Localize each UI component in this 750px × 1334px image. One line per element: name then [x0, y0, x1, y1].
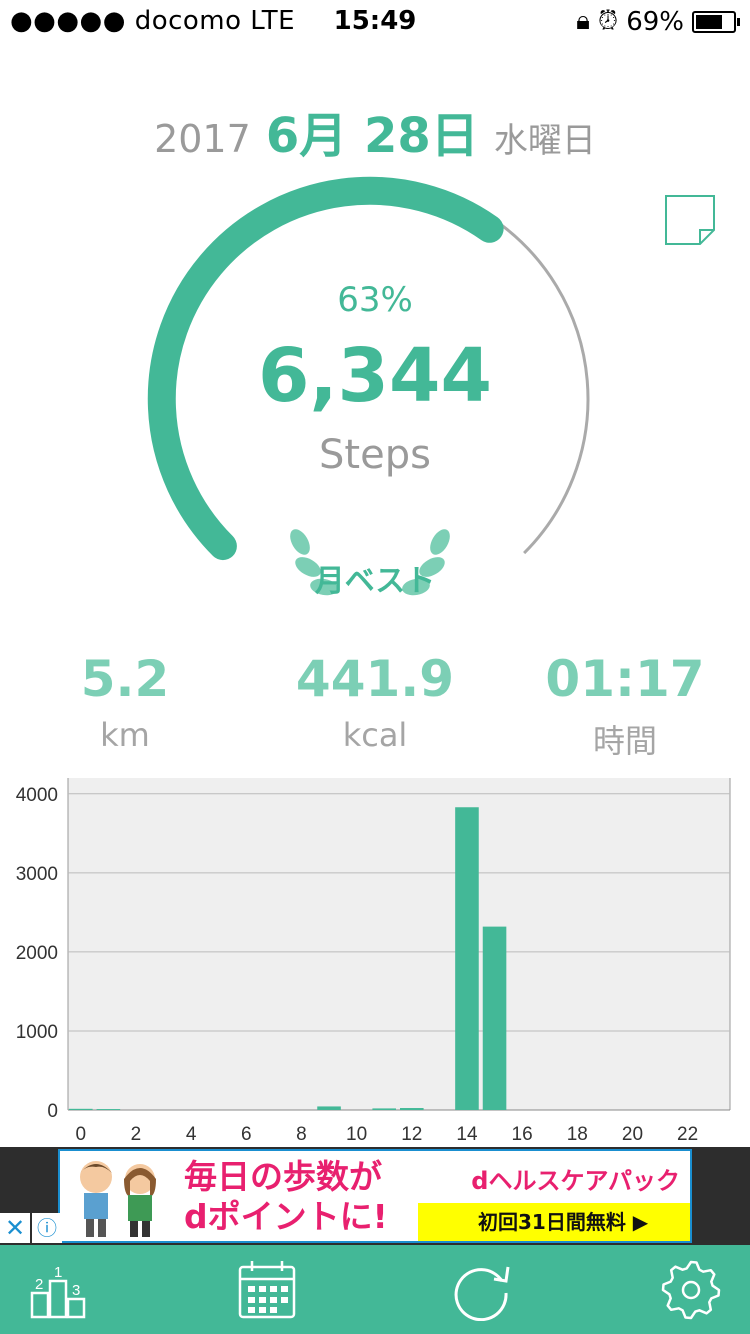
date-weekday: 水曜日	[493, 121, 596, 161]
svg-text:1: 1	[54, 1264, 62, 1281]
time-unit: 時間	[592, 722, 657, 760]
tab-bar: 213	[0, 1245, 750, 1334]
chart-x-tick-label: 18	[567, 1124, 588, 1145]
chart-x-tick-label: 6	[241, 1124, 252, 1145]
monthly-best-badge: 月ベスト	[314, 564, 436, 599]
ad-banner[interactable]: 毎日の歩数が dポイントに! dヘルスケアパック 初回31日間無料 ▶	[58, 1149, 692, 1243]
chart-x-tick-label: 14	[456, 1124, 478, 1145]
chart-x-tick-label: 16	[512, 1124, 533, 1145]
ad-close-icon[interactable]: ✕	[0, 1213, 30, 1243]
refresh-icon[interactable]	[450, 1259, 512, 1321]
chart-x-tick-label: 8	[296, 1124, 307, 1145]
chart-x-tick-label: 12	[401, 1124, 422, 1145]
ad-brand: dヘルスケアパック	[471, 1167, 680, 1195]
distance-unit: km	[100, 716, 150, 754]
chart-bar	[455, 807, 479, 1110]
chart-y-tick-label: 2000	[16, 943, 58, 964]
date-header[interactable]: 2017 6月 28日 水曜日	[0, 96, 750, 166]
chart-bar	[69, 1108, 93, 1110]
chart-x-tick-label: 22	[677, 1124, 698, 1145]
steps-label: Steps	[319, 432, 431, 478]
ranking-icon[interactable]: 213	[28, 1259, 90, 1321]
chart-x-tick-label: 20	[622, 1124, 643, 1145]
chart-bar	[482, 926, 507, 1110]
stat-distance: 5.2 km	[0, 650, 250, 754]
gear-icon[interactable]	[660, 1259, 722, 1321]
calendar-icon[interactable]	[236, 1259, 298, 1321]
ad-headline: 毎日の歩数が dポイントに!	[184, 1157, 388, 1236]
svg-text:3: 3	[72, 1282, 80, 1299]
date-year: 2017	[154, 117, 251, 161]
calories-unit: kcal	[342, 716, 408, 754]
stat-calories: 441.9 kcal	[250, 650, 500, 754]
alarm-icon: ⏰︎	[597, 6, 619, 36]
chart-bar	[317, 1106, 341, 1110]
ad-illustration	[80, 1161, 156, 1237]
memo-icon[interactable]	[664, 194, 716, 246]
calories-value: 441.9	[295, 650, 455, 708]
chart-y-tick-label: 0	[47, 1101, 58, 1122]
goal-percent: 63%	[337, 280, 413, 320]
ad-banner-area[interactable]: 毎日の歩数が dポイントに! dヘルスケアパック 初回31日間無料 ▶ ✕ ⓘ	[0, 1147, 750, 1245]
status-bar: ●●●●● docomo LTE 15:49 🔒︎ ⏰︎ 69%	[0, 0, 750, 40]
ad-cta[interactable]: 初回31日間無料 ▶	[418, 1203, 690, 1241]
distance-value: 5.2	[80, 650, 170, 708]
chart-x-tick-label: 10	[346, 1124, 367, 1145]
ad-info-icon[interactable]: ⓘ	[32, 1213, 62, 1243]
status-right: 🔒︎ ⏰︎ 69%	[576, 6, 740, 37]
rotation-lock-icon: 🔒︎	[576, 6, 590, 36]
step-count: 6,344	[257, 333, 493, 419]
chart-y-tick-label: 4000	[16, 785, 58, 806]
chart-x-tick-label: 2	[131, 1124, 142, 1145]
stat-time: 01:17 時間	[500, 650, 750, 762]
time-value: 01:17	[545, 650, 705, 708]
battery-percent: 69%	[626, 6, 684, 37]
chart-x-tick-label: 4	[186, 1124, 197, 1145]
date-month-day: 6月 28日	[265, 108, 479, 164]
hourly-steps-chart: 0 1000 2000 3000 4000 0 2 4 6 8 10 12 14 16 18 20 22	[16, 778, 731, 1145]
chart-y-tick-label: 1000	[16, 1022, 58, 1043]
svg-text:2: 2	[35, 1276, 43, 1293]
chart-bar	[400, 1108, 424, 1110]
chart-bar	[372, 1108, 396, 1110]
battery-icon	[692, 10, 740, 33]
chart-plot-area	[68, 778, 730, 1110]
chart-y-tick-label: 3000	[16, 864, 58, 885]
chart-bar	[96, 1109, 121, 1110]
chart-x-tick-label: 0	[76, 1124, 87, 1145]
